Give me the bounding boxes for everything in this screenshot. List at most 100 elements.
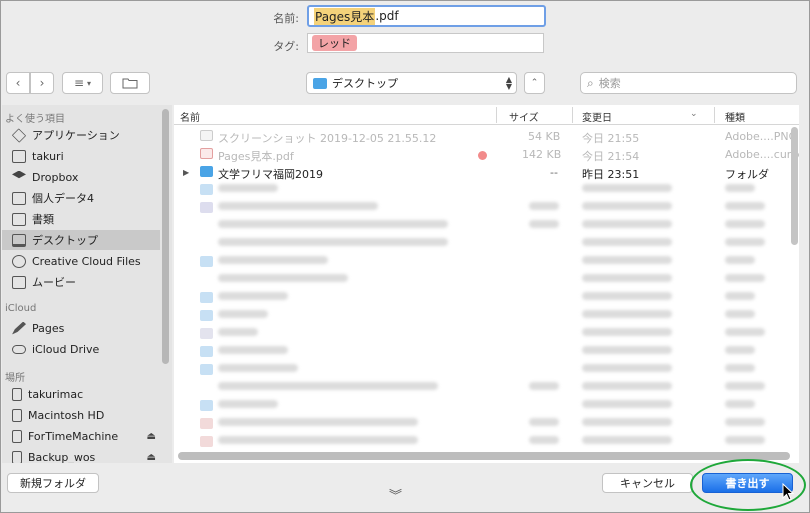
filename-extension: .pdf (375, 9, 399, 23)
blurred-row[interactable] (174, 416, 786, 434)
creative-cloud-icon (12, 254, 26, 268)
filename-selected-text: Pages見本 (314, 7, 376, 25)
filename-input[interactable]: Pages見本 .pdf (307, 5, 546, 27)
column-kind[interactable]: 種類 (725, 109, 745, 124)
column-divider[interactable] (714, 107, 715, 123)
cloud-icon (12, 344, 26, 354)
sidebar-item-creative-cloud[interactable]: Creative Cloud Files (2, 251, 160, 271)
sidebar-item-macintosh-hd[interactable]: Macintosh HD (2, 405, 160, 425)
sidebar-section-places: 場所 (5, 373, 25, 384)
sidebar: よく使う項目 アプリケーション takuri Dropbox 個人データ4 書類… (2, 105, 172, 463)
column-divider[interactable] (572, 107, 573, 123)
dropbox-icon (12, 170, 26, 179)
sidebar-item-dropbox[interactable]: Dropbox (2, 167, 160, 187)
blurred-row[interactable] (174, 398, 786, 416)
chevron-down-icon: ▾ (87, 78, 92, 88)
search-icon: ⌕ (587, 75, 594, 90)
folder-icon (313, 77, 327, 89)
folder-icon (200, 166, 213, 177)
chevron-up-icon: ⌃ (530, 78, 539, 88)
save-dialog: 名前: Pages見本 .pdf タグ: レッド ‹ › ≡ ▾ デスクトップ ▲ ▼… (0, 0, 810, 513)
sidebar-item-fortimemachine[interactable]: ForTimeMachine ⏏ (2, 426, 160, 446)
list-view-icon: ≡ (73, 76, 85, 90)
sidebar-section-favorites: よく使う項目 (5, 114, 65, 125)
home-icon (12, 149, 26, 163)
computer-icon (12, 387, 22, 401)
column-name[interactable]: 名前 (180, 109, 200, 124)
blurred-row[interactable] (174, 326, 786, 344)
tag-chip-red[interactable]: レッド (312, 35, 357, 51)
back-button[interactable]: ‹ (6, 72, 30, 94)
new-folder-button[interactable]: 新規フォルダ (7, 473, 99, 493)
blurred-row[interactable] (174, 362, 786, 380)
updown-arrows-icon: ▲ ▼ (505, 75, 512, 91)
blurred-row[interactable] (174, 200, 786, 218)
blurred-row[interactable] (174, 290, 786, 308)
forward-button[interactable]: › (30, 72, 54, 94)
name-label: 名前: (273, 12, 299, 25)
sidebar-item-pages[interactable]: Pages (2, 318, 160, 338)
blurred-row[interactable] (174, 182, 786, 200)
collapse-chevron-icon[interactable]: ︾ (389, 485, 402, 504)
column-modified[interactable]: 変更日 (582, 109, 612, 124)
chevron-left-icon: ‹ (15, 76, 21, 90)
folder-icon (12, 191, 26, 205)
sidebar-item-movies[interactable]: ムービー (2, 272, 160, 292)
eject-icon[interactable]: ⏏ (147, 452, 156, 463)
sidebar-item-documents[interactable]: 書類 (2, 209, 160, 229)
file-row[interactable]: ▶ 文学フリマ福岡2019 -- 昨日 23:51 フォルダ (174, 164, 786, 182)
column-divider[interactable] (496, 107, 497, 123)
column-header: 名前 サイズ 変更日 ⌄ 種類 (174, 105, 799, 125)
red-tag-dot-icon (478, 151, 487, 160)
movies-icon (12, 275, 26, 289)
search-placeholder: 検索 (598, 77, 621, 90)
desktop-icon (12, 233, 26, 247)
sidebar-item-backup-wos[interactable]: Backup_wos ⏏ (2, 447, 160, 463)
pages-icon (12, 321, 26, 335)
cancel-button[interactable]: キャンセル (602, 473, 693, 493)
vertical-scrollbar[interactable] (791, 127, 798, 245)
disclosure-triangle-icon[interactable]: ▶ (183, 168, 189, 177)
horizontal-scrollbar[interactable] (178, 452, 790, 460)
chevron-right-icon: › (39, 76, 45, 90)
documents-icon (12, 212, 26, 226)
sort-chevron-icon: ⌄ (690, 109, 698, 119)
blurred-row[interactable] (174, 344, 786, 362)
blurred-row[interactable] (174, 272, 786, 290)
file-row[interactable]: スクリーンショット 2019-12-05 21.55.12 54 KB 今日 2… (174, 128, 797, 146)
file-row[interactable]: Pages見本.pdf 142 KB 今日 21:54 Adobe....cum… (174, 146, 799, 164)
sidebar-item-applications[interactable]: アプリケーション (2, 125, 160, 145)
new-folder-icon-button[interactable] (110, 72, 150, 94)
collapse-button[interactable]: ⌃ (524, 72, 545, 94)
sidebar-item-desktop[interactable]: デスクトップ (2, 230, 160, 250)
location-label: デスクトップ (332, 77, 398, 90)
disk-icon (12, 408, 22, 422)
blurred-row[interactable] (174, 380, 786, 398)
location-popup[interactable]: デスクトップ ▲ ▼ (306, 72, 517, 94)
image-file-icon (200, 130, 213, 141)
sidebar-item-takuri[interactable]: takuri (2, 146, 160, 166)
pdf-file-icon (200, 148, 213, 159)
mouse-cursor-icon (782, 483, 794, 501)
sidebar-section-icloud: iCloud (5, 303, 37, 314)
blurred-row[interactable] (174, 434, 786, 452)
blurred-row[interactable] (174, 254, 786, 272)
sidebar-item-icloud-drive[interactable]: iCloud Drive (2, 339, 160, 359)
column-size[interactable]: サイズ (509, 109, 539, 124)
search-field[interactable]: ⌕ 検索 (580, 72, 797, 94)
sidebar-scrollbar[interactable] (162, 109, 169, 364)
blurred-row[interactable] (174, 218, 786, 236)
disk-icon (12, 450, 22, 463)
tag-input[interactable]: レッド (307, 33, 544, 53)
disk-icon (12, 429, 22, 443)
eject-icon[interactable]: ⏏ (147, 431, 156, 442)
view-options-button[interactable]: ≡ ▾ (62, 72, 103, 94)
sidebar-item-takurimac[interactable]: takurimac (2, 384, 160, 404)
blurred-row[interactable] (174, 308, 786, 326)
sidebar-item-personal-data[interactable]: 個人データ4 (2, 188, 160, 208)
folder-plus-icon (122, 78, 138, 89)
applications-icon (11, 127, 27, 143)
file-list: 名前 サイズ 変更日 ⌄ 種類 スクリーンショット 2019-12-05 21.… (174, 105, 799, 463)
blurred-row[interactable] (174, 236, 786, 254)
tag-label: タグ: (273, 40, 299, 53)
